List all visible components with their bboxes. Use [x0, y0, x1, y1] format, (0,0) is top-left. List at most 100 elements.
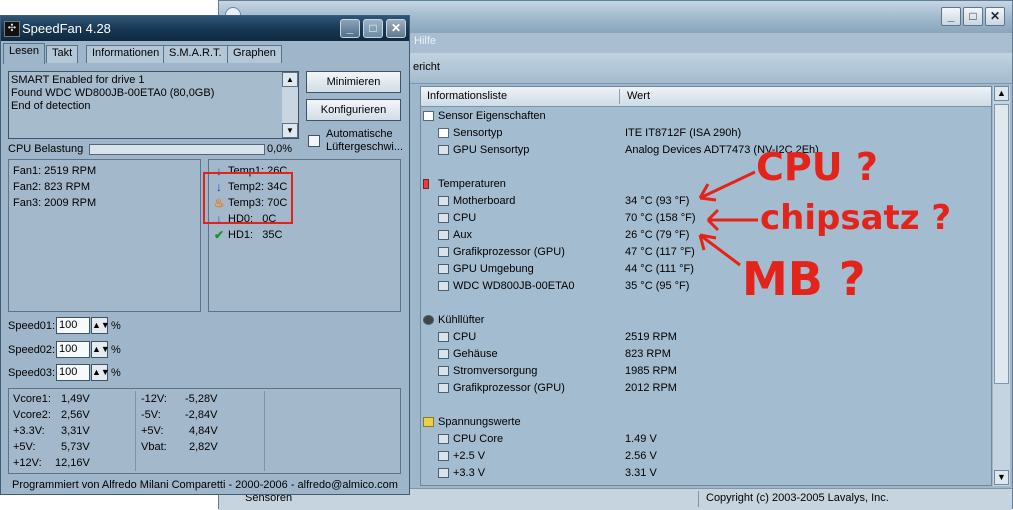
log-line: SMART Enabled for drive 1	[11, 74, 145, 86]
gpu-icon	[438, 383, 449, 393]
cpu-load-percent: 0,0%	[267, 143, 293, 155]
menu-help[interactable]: Hilfe	[414, 35, 436, 47]
chip-icon	[423, 111, 434, 121]
speed-control-row: Speed01: 100 ▲▼ %	[8, 317, 128, 335]
tab-takt[interactable]: Takt	[46, 45, 79, 63]
tab-smart[interactable]: S.M.A.R.T.	[163, 45, 228, 63]
column-divider[interactable]	[619, 89, 620, 104]
list-item[interactable]: Grafikprozessor (GPU) 2012 RPM	[421, 380, 991, 397]
voltage-label: Vbat:	[141, 441, 167, 453]
speed-control-row: Speed02: 100 ▲▼ %	[8, 341, 128, 359]
maximize-window-button[interactable]: □	[963, 7, 983, 26]
voltage-label: Vcore2:	[13, 409, 51, 421]
cpu-icon	[438, 434, 449, 444]
list-item-label: GPU Sensortyp	[453, 144, 530, 156]
minimize-window-button[interactable]: _	[941, 7, 961, 26]
speed-label: Speed03:	[8, 367, 56, 379]
list-group-row[interactable]: Spannungswerte	[421, 414, 991, 431]
warn-icon	[423, 417, 434, 427]
list-header: Informationsliste Wert	[421, 87, 991, 107]
list-item-value: 3.31 V	[625, 467, 657, 479]
spinner-icon[interactable]: ▲▼	[91, 317, 110, 334]
window-title: SpeedFan 4.28	[22, 21, 111, 36]
spinner-icon[interactable]: ▲▼	[91, 341, 110, 358]
cpu-icon	[438, 468, 449, 478]
annotation-highlight-box	[203, 172, 293, 224]
minimize-button[interactable]: Minimieren	[306, 71, 401, 93]
voltage-value: 3,31V	[61, 425, 90, 437]
voltage-column-divider	[135, 391, 136, 471]
speed-value-input[interactable]: 100	[56, 364, 90, 381]
disk-icon	[438, 281, 449, 291]
toolbar-report-button[interactable]: ericht	[413, 61, 440, 73]
column-header-info[interactable]: Informationsliste	[427, 90, 507, 102]
scroll-down-icon[interactable]: ▼	[282, 123, 298, 138]
tab-graphen[interactable]: Graphen	[227, 45, 282, 63]
fan-icon	[423, 315, 434, 325]
gpu-icon	[438, 247, 449, 257]
auto-fan-speed-checkbox[interactable]	[308, 135, 320, 147]
list-item-label: Sensortyp	[453, 127, 503, 139]
tab-lesen[interactable]: Lesen	[3, 43, 45, 64]
voltage-column-divider	[264, 391, 265, 471]
list-scrollbar[interactable]: ▲ ▼	[993, 86, 1010, 486]
list-item[interactable]: Gehäuse 823 RPM	[421, 346, 991, 363]
list-item[interactable]: +2.5 V 2.56 V	[421, 448, 991, 465]
annotation-arrow-chipsatz	[706, 208, 758, 232]
detection-log[interactable]: SMART Enabled for drive 1 Found WDC WD80…	[8, 71, 299, 139]
list-item-label: WDC WD800JB-00ETA0	[453, 280, 575, 292]
list-item[interactable]: +3.3 V 3.31 V	[421, 465, 991, 482]
cpu-load-label: CPU Belastung	[8, 143, 84, 155]
list-item-label: Aux	[453, 229, 472, 241]
list-item[interactable]: Stromversorgung 1985 RPM	[421, 363, 991, 380]
voltage-value: 5,73V	[61, 441, 90, 453]
spinner-icon[interactable]: ▲▼	[91, 364, 110, 381]
maximize-window-button[interactable]: □	[363, 19, 383, 38]
list-item-value: 2519 RPM	[625, 331, 677, 343]
board-icon	[438, 196, 449, 206]
voltage-label: Vcore1:	[13, 393, 51, 405]
list-group-row[interactable]: Sensor Eigenschaften	[421, 108, 991, 125]
gpu-icon	[438, 145, 449, 155]
list-item[interactable]: Sensortyp ITE IT8712F (ISA 290h)	[421, 125, 991, 142]
list-group-row[interactable]: Kühllüfter	[421, 312, 991, 329]
voltage-value: 1,49V	[61, 393, 90, 405]
close-window-button[interactable]: ✕	[386, 19, 406, 38]
configure-button[interactable]: Konfigurieren	[306, 99, 401, 121]
checkmark-icon: ✔	[213, 228, 225, 242]
voltage-label: +3.3V:	[13, 425, 45, 437]
gpu-icon	[438, 264, 449, 274]
close-window-button[interactable]: ✕	[985, 7, 1005, 26]
minimize-window-button[interactable]: _	[340, 19, 360, 38]
speed-value-input[interactable]: 100	[56, 341, 90, 358]
annotation-cpu: CPU ?	[756, 145, 878, 189]
log-scrollbar[interactable]: ▲ ▼	[282, 72, 298, 138]
temperature-label-value: HD1: 35C	[228, 229, 282, 241]
temp-icon	[423, 179, 429, 189]
log-line: End of detection	[11, 100, 91, 112]
list-item-label: Grafikprozessor (GPU)	[453, 382, 565, 394]
list-item-label: Motherboard	[453, 195, 516, 207]
case-icon	[438, 349, 449, 359]
voltage-value: 4,84V	[189, 425, 218, 437]
list-item-label: CPU	[453, 212, 477, 224]
list-item[interactable]: CPU Core 1.49 V	[421, 431, 991, 448]
voltage-label: -5V:	[141, 409, 161, 421]
scroll-down-icon[interactable]: ▼	[994, 470, 1009, 485]
list-item-label: Stromversorgung	[453, 365, 538, 377]
annotation-mb: MB ?	[742, 252, 866, 306]
scroll-thumb[interactable]	[994, 104, 1009, 384]
list-item-label: Sensor Eigenschaften	[438, 110, 546, 122]
list-item[interactable]: CPU 2519 RPM	[421, 329, 991, 346]
tab-informationen[interactable]: Informationen	[86, 45, 166, 63]
speed-label: Speed02:	[8, 344, 56, 356]
scroll-up-icon[interactable]: ▲	[282, 72, 298, 87]
list-item-label: CPU Core	[453, 433, 504, 445]
column-header-value[interactable]: Wert	[627, 90, 650, 102]
status-divider	[698, 491, 699, 507]
list-item-value: 1.49 V	[625, 433, 657, 445]
scroll-up-icon[interactable]: ▲	[994, 86, 1009, 101]
cpu-icon	[438, 332, 449, 342]
voltage-label: +12V:	[13, 457, 42, 469]
speed-value-input[interactable]: 100	[56, 317, 90, 334]
